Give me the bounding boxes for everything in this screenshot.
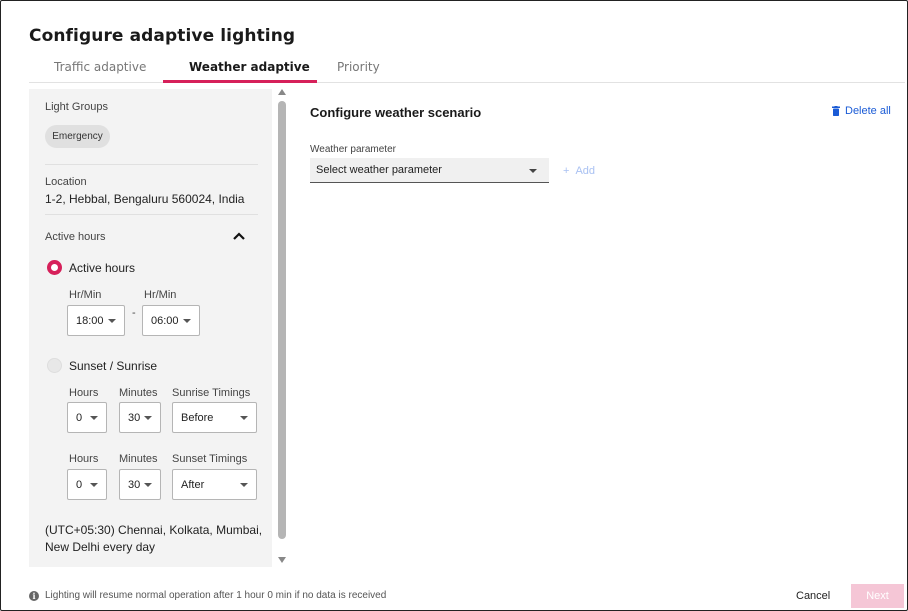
sunset-hours-value: 0 (76, 478, 83, 491)
tab-priority[interactable]: Priority (337, 60, 380, 74)
trash-icon (832, 106, 840, 116)
sunset-timings-label: Sunset Timings (172, 453, 248, 465)
location-label: Location (45, 176, 87, 188)
sunset-minutes-label: Minutes (119, 453, 158, 465)
sunrise-timings-label: Sunrise Timings (172, 387, 251, 399)
light-groups-label: Light Groups (45, 101, 108, 113)
scroll-up-arrow-icon[interactable] (278, 89, 286, 95)
info-icon: i (29, 590, 39, 601)
sunset-timing-value: After (181, 478, 205, 491)
sunset-minutes-value: 30 (128, 478, 141, 491)
add-label: Add (575, 165, 596, 177)
sunset-hours-label: Hours (69, 453, 99, 465)
delete-all-label: Delete all (845, 105, 891, 117)
time-separator: - (132, 307, 136, 319)
active-hours-radio[interactable] (47, 260, 62, 275)
sunrise-minutes-dropdown[interactable]: 30 (119, 402, 161, 433)
sunrise-timing-value: Before (181, 411, 214, 424)
active-tab-indicator (163, 80, 317, 83)
from-time-label: Hr/Min (69, 289, 102, 301)
active-hours-section-label: Active hours (45, 231, 106, 243)
weather-parameter-label: Weather parameter (310, 144, 396, 155)
caret-down-icon (90, 416, 98, 420)
sunrise-hours-label: Hours (69, 387, 99, 399)
caret-down-icon (240, 483, 248, 487)
caret-down-icon (529, 169, 537, 173)
light-group-chip[interactable]: Emergency (45, 125, 110, 148)
caret-down-icon (144, 483, 152, 487)
from-time-dropdown[interactable]: 18:00 (67, 305, 125, 336)
tab-bar: Traffic adaptive Weather adaptive Priori… (29, 56, 905, 83)
scroll-down-arrow-icon[interactable] (278, 557, 286, 563)
sunset-sunrise-radio-label: Sunset / Sunrise (69, 359, 158, 373)
sunrise-hours-dropdown[interactable]: 0 (67, 402, 107, 433)
location-value: 1-2, Hebbal, Bengaluru 560024, India (45, 192, 245, 206)
divider (45, 214, 258, 215)
active-hours-radio-label: Active hours (69, 261, 136, 275)
chevron-up-icon[interactable] (232, 229, 246, 243)
weather-scenario-title: Configure weather scenario (310, 105, 482, 120)
caret-down-icon (240, 416, 248, 420)
weather-parameter-placeholder: Select weather parameter (316, 164, 442, 176)
sunrise-hours-value: 0 (76, 411, 83, 424)
from-time-value: 18:00 (76, 314, 104, 327)
next-button[interactable]: Next (851, 584, 904, 608)
caret-down-icon (108, 319, 116, 323)
to-time-value: 06:00 (151, 314, 179, 327)
add-button[interactable]: + Add (563, 165, 595, 177)
schedule-panel: Light Groups Emergency Location 1-2, Heb… (29, 89, 272, 567)
sunrise-minutes-value: 30 (128, 411, 141, 424)
to-time-label: Hr/Min (144, 289, 177, 301)
delete-all-button[interactable]: Delete all (832, 105, 891, 117)
sunset-hours-dropdown[interactable]: 0 (67, 469, 107, 500)
cancel-button[interactable]: Cancel (796, 590, 830, 602)
footer-info: i Lighting will resume normal operation … (29, 590, 386, 601)
caret-down-icon (183, 319, 191, 323)
footer-info-text: Lighting will resume normal operation af… (45, 590, 387, 601)
sunset-minutes-dropdown[interactable]: 30 (119, 469, 161, 500)
caret-down-icon (144, 416, 152, 420)
sunrise-minutes-label: Minutes (119, 387, 158, 399)
page-title: Configure adaptive lighting (29, 26, 296, 46)
tab-traffic-adaptive[interactable]: Traffic adaptive (54, 60, 146, 74)
sunrise-timing-dropdown[interactable]: Before (172, 402, 257, 433)
scroll-thumb[interactable] (278, 101, 286, 539)
plus-icon: + (563, 165, 570, 177)
sunset-sunrise-radio[interactable] (47, 358, 62, 373)
weather-parameter-dropdown[interactable]: Select weather parameter (310, 158, 549, 183)
to-time-dropdown[interactable]: 06:00 (142, 305, 200, 336)
panel-scrollbar[interactable] (278, 89, 288, 565)
divider (45, 164, 258, 165)
caret-down-icon (90, 483, 98, 487)
tab-weather-adaptive[interactable]: Weather adaptive (189, 60, 310, 74)
sunset-timing-dropdown[interactable]: After (172, 469, 257, 500)
timezone-text: (UTC+05:30) Chennai, Kolkata, Mumbai, Ne… (45, 523, 263, 554)
